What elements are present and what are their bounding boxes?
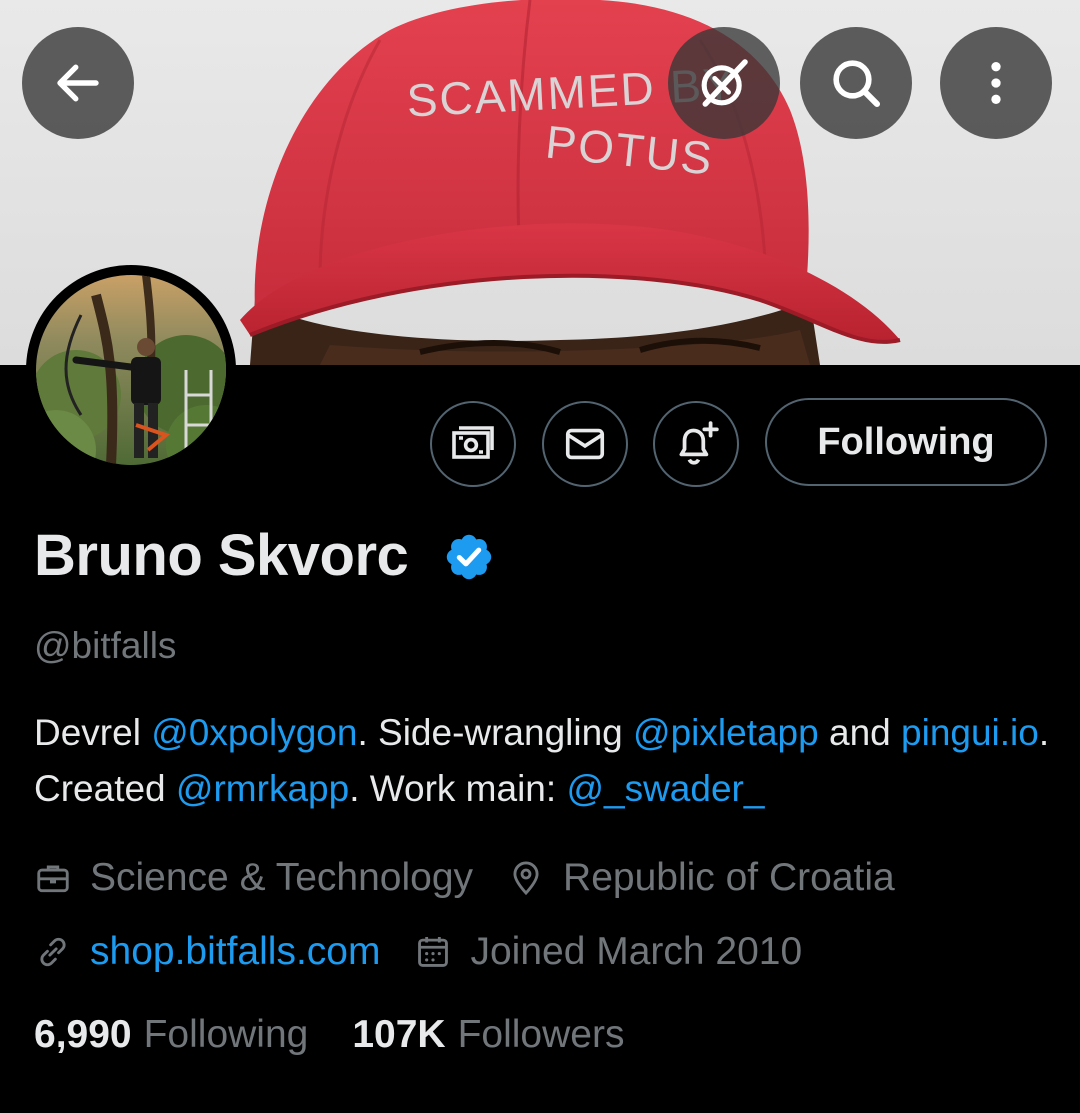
bio-text: . Side-wrangling xyxy=(357,712,634,753)
followers-count: 107K xyxy=(352,1013,446,1056)
back-button[interactable] xyxy=(22,27,134,139)
more-vertical-icon xyxy=(991,62,1001,104)
bio-mention-pixletapp[interactable]: @pixletapp xyxy=(633,712,819,753)
bio-mention-swader[interactable]: @_swader_ xyxy=(566,768,764,809)
bio-text: Devrel xyxy=(34,712,152,753)
following-button-label: Following xyxy=(817,420,995,463)
bio: Devrel @0xpolygon. Side-wrangling @pixle… xyxy=(34,705,1054,817)
calendar-icon xyxy=(418,936,449,967)
money-icon xyxy=(452,426,494,459)
meta-category: Science & Technology xyxy=(34,856,473,900)
link-icon xyxy=(40,937,66,967)
location-pin-icon xyxy=(513,861,539,896)
message-button[interactable] xyxy=(542,401,628,487)
briefcase-icon xyxy=(37,865,69,893)
display-name: Bruno Skvorc xyxy=(34,523,409,588)
bio-mention-0xpolygon[interactable]: @0xpolygon xyxy=(151,712,357,753)
tip-button[interactable] xyxy=(430,401,516,487)
arrow-left-icon xyxy=(57,64,99,102)
bio-link-pingui[interactable]: pingui.io xyxy=(901,712,1039,753)
bell-plus-icon xyxy=(679,421,719,465)
followers-label: Followers xyxy=(457,1013,625,1056)
follow-stats: 6,990 Following 107K Followers xyxy=(34,1013,624,1057)
verified-badge-icon[interactable] xyxy=(443,531,495,583)
bio-text: and xyxy=(818,712,902,753)
meta-row-category-location: Science & Technology Republic of Croatia xyxy=(34,853,895,903)
notifications-button[interactable] xyxy=(653,401,739,487)
following-stat[interactable]: 6,990 Following xyxy=(34,1013,308,1057)
search-icon xyxy=(833,60,881,108)
grok-button[interactable] xyxy=(668,27,780,139)
search-button[interactable] xyxy=(800,27,912,139)
meta-joined: Joined March 2010 xyxy=(414,930,802,974)
grok-icon xyxy=(701,59,748,107)
avatar-image xyxy=(36,275,226,465)
meta-website-link[interactable]: shop.bitfalls.com xyxy=(90,930,380,974)
handle: @bitfalls xyxy=(34,625,177,666)
following-button[interactable]: Following xyxy=(765,398,1047,486)
more-options-button[interactable] xyxy=(940,27,1052,139)
bio-text: . Work main: xyxy=(349,768,567,809)
meta-category-text: Science & Technology xyxy=(90,856,474,899)
meta-row-website-joined: shop.bitfalls.com Joined March 2010 xyxy=(34,927,802,977)
followers-stat[interactable]: 107K Followers xyxy=(352,1013,624,1057)
meta-location: Republic of Croatia xyxy=(507,856,895,900)
envelope-icon xyxy=(565,428,605,460)
meta-location-text: Republic of Croatia xyxy=(563,856,895,899)
following-label: Following xyxy=(143,1013,309,1056)
meta-joined-text: Joined March 2010 xyxy=(470,930,803,973)
meta-website[interactable]: shop.bitfalls.com xyxy=(34,930,380,974)
following-count: 6,990 xyxy=(34,1013,132,1056)
avatar[interactable] xyxy=(26,265,236,475)
bio-mention-rmrkapp[interactable]: @rmrkapp xyxy=(176,768,349,809)
